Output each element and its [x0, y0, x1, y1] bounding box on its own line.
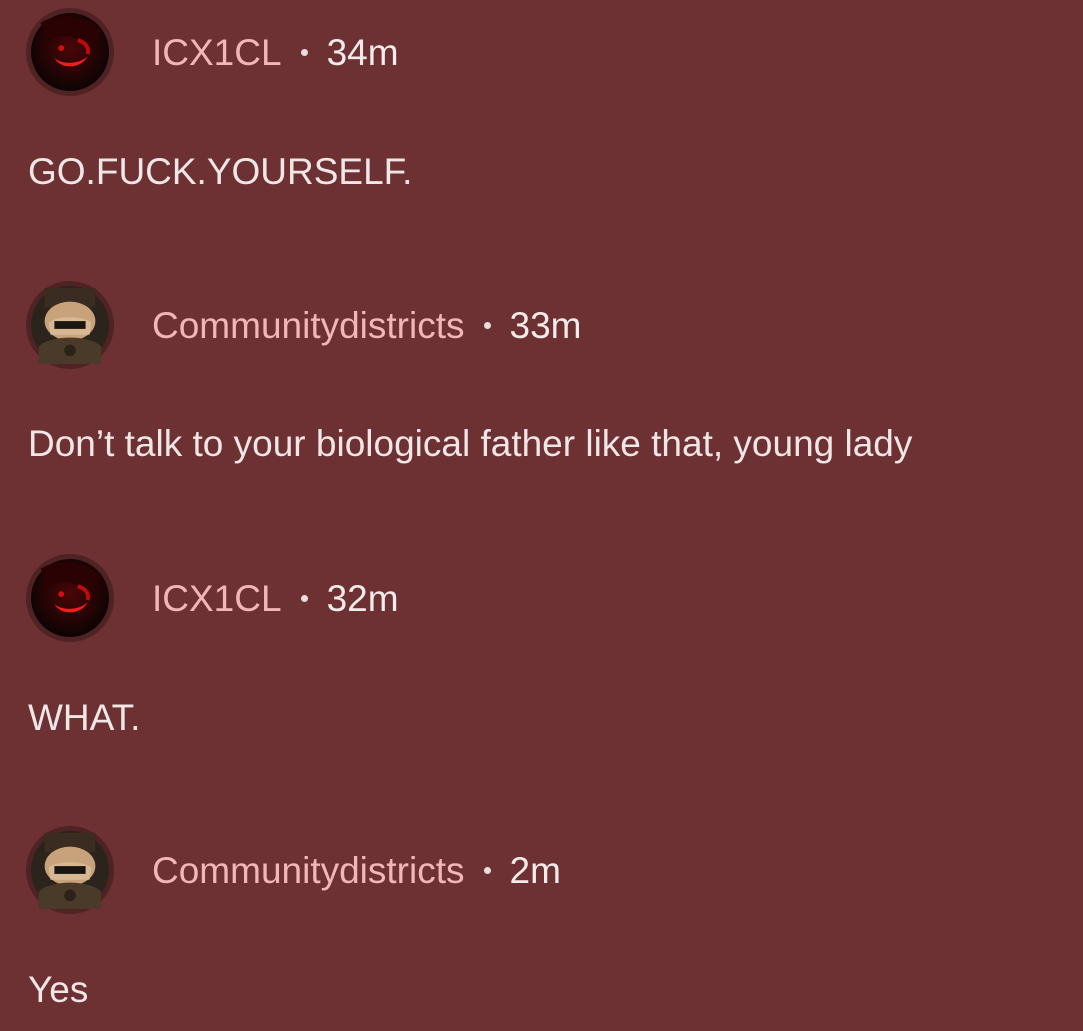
username[interactable]: Communitydistricts [152, 852, 465, 889]
timestamp: 2m [509, 849, 561, 891]
avatar[interactable] [26, 281, 114, 369]
timestamp: 33m [509, 304, 582, 346]
separator-dot [300, 48, 308, 56]
avatar[interactable] [26, 826, 114, 914]
comment-header: ICX1CL 32m [26, 554, 399, 642]
separator-dot [300, 594, 308, 602]
red-smile-avatar-icon [31, 559, 109, 637]
masked-figure-avatar-icon [31, 831, 109, 909]
avatar[interactable] [26, 554, 114, 642]
comment-text: Yes [28, 969, 89, 1010]
comment-text: WHAT. [28, 697, 141, 738]
comment-meta: ICX1CL 32m [152, 580, 399, 617]
avatar[interactable] [26, 8, 114, 96]
username[interactable]: ICX1CL [152, 34, 282, 71]
comment-text: GO.FUCK.YOURSELF. [28, 151, 413, 192]
username[interactable]: ICX1CL [152, 580, 282, 617]
separator-dot [483, 321, 491, 329]
timestamp: 32m [326, 577, 399, 619]
comment-meta: Communitydistricts 2m [152, 852, 561, 889]
comment-header: Communitydistricts 33m [26, 281, 581, 369]
comment-header: ICX1CL 34m [26, 8, 399, 96]
comment-header: Communitydistricts 2m [26, 826, 561, 914]
comment-meta: ICX1CL 34m [152, 34, 399, 71]
red-smile-avatar-icon [31, 13, 109, 91]
separator-dot [483, 866, 491, 874]
username[interactable]: Communitydistricts [152, 307, 465, 344]
timestamp: 34m [326, 31, 399, 73]
masked-figure-avatar-icon [31, 286, 109, 364]
comment-text: Don’t talk to your biological father lik… [28, 423, 913, 464]
comment-meta: Communitydistricts 33m [152, 307, 581, 344]
